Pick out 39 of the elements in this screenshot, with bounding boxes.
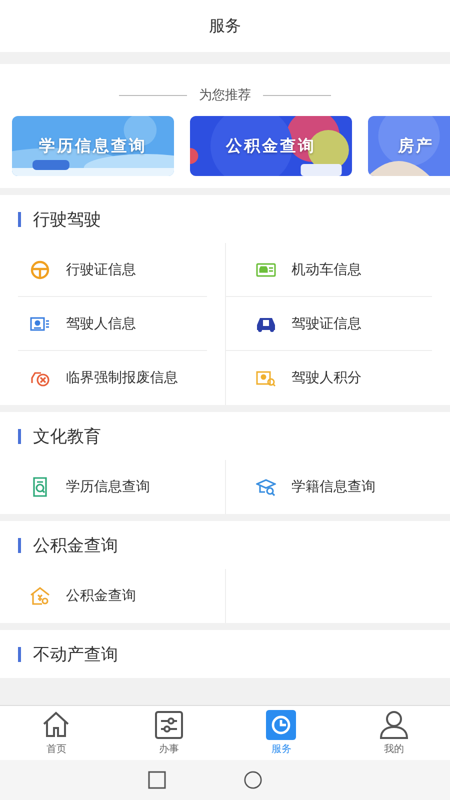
item-label: 驾驶人积分 — [292, 369, 362, 387]
service-item[interactable]: 公积金查询 — [18, 586, 136, 606]
house-coin-icon — [30, 586, 50, 606]
section-title: 不动产查询 — [33, 644, 118, 666]
home-icon — [41, 710, 72, 740]
tab-item[interactable]: 办事 — [112, 706, 225, 760]
section-title: 文化教育 — [33, 426, 101, 448]
page-title: 服务 — [209, 16, 241, 36]
section-title: 公积金查询 — [33, 534, 118, 556]
clock-icon — [266, 710, 296, 740]
tab-item[interactable]: 我的 — [338, 706, 450, 760]
item-label: 学籍信息查询 — [292, 478, 376, 496]
section-title: 行驶驾驶 — [33, 208, 101, 230]
person-icon — [378, 710, 409, 740]
document-search-icon — [30, 477, 50, 497]
service-item[interactable]: 行驶证信息 — [18, 260, 136, 280]
sliders-icon — [154, 710, 184, 740]
service-item[interactable]: 驾驶人积分 — [244, 368, 362, 388]
item-label: 驾驶证信息 — [292, 314, 362, 332]
recent-apps-icon[interactable] — [148, 771, 166, 789]
service-item[interactable]: 驾驶人信息 — [18, 314, 136, 334]
service-item[interactable]: 机动车信息 — [244, 260, 362, 280]
item-label: 机动车信息 — [292, 260, 362, 278]
section-subtitle: 为您推荐 — [199, 87, 251, 104]
service-item[interactable]: 临界强制报废信息 — [18, 368, 178, 388]
item-label: 临界强制报废信息 — [66, 369, 178, 387]
graduation-cap-icon — [256, 477, 276, 497]
home-button-icon[interactable] — [244, 771, 262, 789]
steering-wheel-icon — [30, 260, 50, 280]
item-label: 公积金查询 — [66, 587, 136, 605]
item-label: 学历信息查询 — [66, 478, 150, 496]
item-label: 驾驶人信息 — [66, 314, 136, 332]
banner-title: 学历信息查询 — [39, 136, 147, 156]
service-item[interactable]: 学籍信息查询 — [244, 477, 376, 497]
service-item[interactable]: 学历信息查询 — [18, 477, 150, 497]
item-label: 行驶证信息 — [66, 260, 136, 278]
tab-item[interactable]: 首页 — [0, 706, 112, 760]
service-item[interactable]: 驾驶证信息 — [244, 314, 362, 334]
banner-title: 房产 — [398, 136, 434, 156]
